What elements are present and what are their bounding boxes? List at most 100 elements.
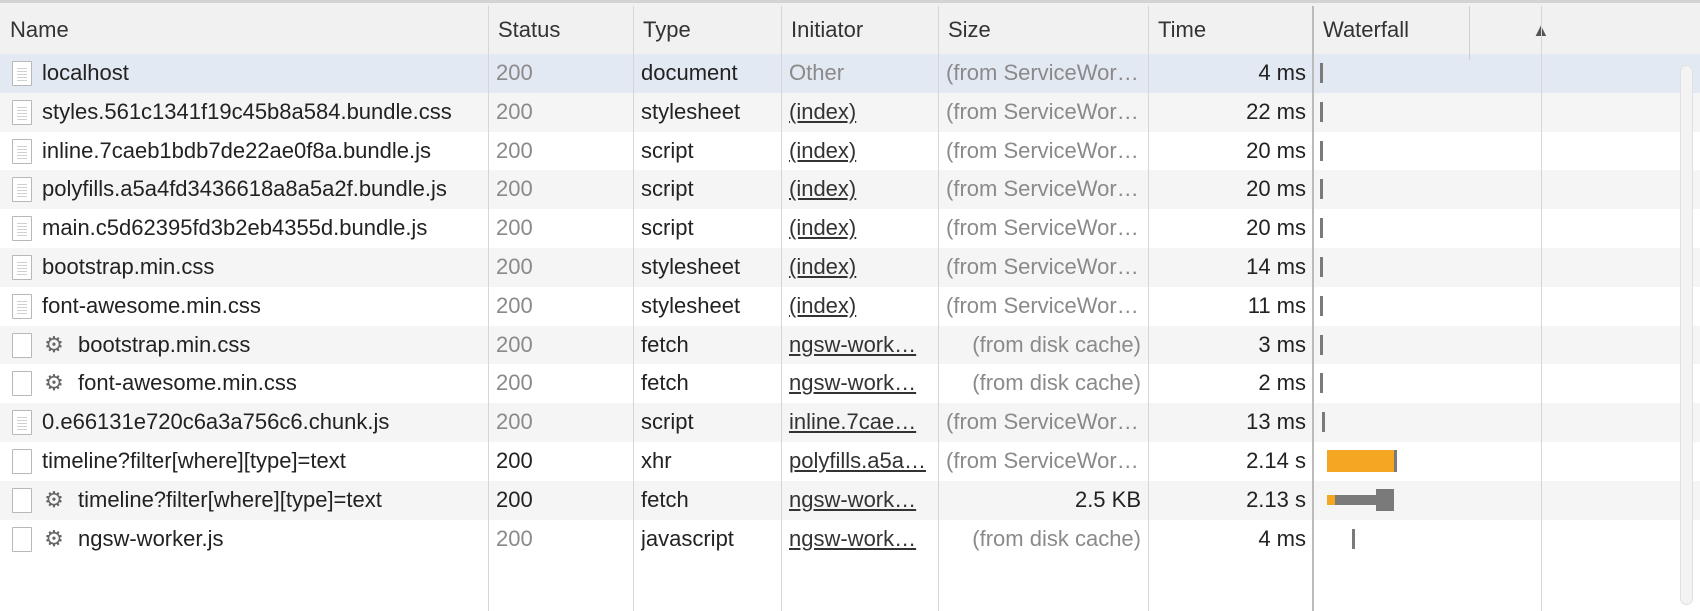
column-header-initiator[interactable]: Initiator xyxy=(781,3,938,57)
request-time: 2.13 s xyxy=(1246,486,1306,512)
service-worker-gear-icon: ⚙ xyxy=(44,370,64,396)
column-header-status[interactable]: Status xyxy=(488,3,633,57)
document-icon xyxy=(12,99,32,125)
column-header-name[interactable]: Name xyxy=(0,3,488,57)
document-icon xyxy=(12,61,32,86)
sort-ascending-icon[interactable]: ▲ xyxy=(1522,3,1562,57)
request-name[interactable]: ngsw-worker.js xyxy=(78,520,482,559)
request-name[interactable]: bootstrap.min.css xyxy=(78,326,482,365)
status-code: 200 xyxy=(496,215,533,241)
status-code: 200 xyxy=(496,254,533,279)
transfer-size: (from ServiceWor… xyxy=(946,98,1139,124)
initiator[interactable]: (index) xyxy=(789,132,931,171)
initiator[interactable]: (index) xyxy=(789,170,931,209)
request-time: 4 ms xyxy=(1258,60,1306,85)
status-code: 200 xyxy=(496,292,533,318)
vertical-scrollbar[interactable] xyxy=(1680,65,1693,605)
table-row[interactable]: timeline?filter[where][type]=text 200 xhr p… xyxy=(0,442,1700,481)
initiator[interactable]: ngsw-work… xyxy=(789,481,931,520)
request-name[interactable]: timeline?filter[where][type]=text xyxy=(78,481,482,520)
resource-type: script xyxy=(641,215,694,241)
initiator[interactable]: ngsw-work… xyxy=(789,326,931,365)
document-icon xyxy=(12,293,32,319)
table-row[interactable]: main.c5d62395fd3b2eb4355d.bundle.js 200 sc… xyxy=(0,209,1700,248)
request-name[interactable]: polyfills.a5a4fd3436618a8a5a2f.bundle.js xyxy=(42,170,482,209)
document-icon xyxy=(12,138,32,164)
resource-type: javascript xyxy=(641,525,734,551)
table-row[interactable]: 0.e66131e720c6a3a756c6.chunk.js 200 script… xyxy=(0,403,1700,442)
table-row[interactable]: ⚙ ngsw-worker.js 200 javascript ngsw-work… (f… xyxy=(0,519,1700,559)
request-name[interactable]: font-awesome.min.css xyxy=(42,287,482,326)
waterfall-bar xyxy=(1320,295,1323,316)
table-row[interactable]: font-awesome.min.css 200 stylesheet (index)… xyxy=(0,286,1700,326)
initiator[interactable]: ngsw-work… xyxy=(789,520,931,559)
waterfall-bar xyxy=(1326,450,1397,472)
initiator[interactable]: (index) xyxy=(789,93,931,132)
resource-type: script xyxy=(641,137,694,163)
resource-type: stylesheet xyxy=(641,292,741,318)
blank-file-icon xyxy=(12,526,32,552)
network-panel: Name Status Type Initiator Size Time Wat… xyxy=(0,0,1700,611)
service-worker-gear-icon: ⚙ xyxy=(44,486,64,512)
transfer-size: (from ServiceWor… xyxy=(946,254,1139,279)
request-name[interactable]: main.c5d62395fd3b2eb4355d.bundle.js xyxy=(42,209,482,248)
table-row[interactable]: ⚙ bootstrap.min.css 200 fetch ngsw-work… (fro… xyxy=(0,325,1700,365)
table-row[interactable]: ⚙ timeline?filter[where][type]=text 200 fet… xyxy=(0,480,1700,520)
blank-file-icon xyxy=(12,332,32,358)
request-name[interactable]: inline.7caeb1bdb7de22ae0f8a.bundle.js xyxy=(42,132,482,171)
request-name[interactable]: styles.561c1341f19c45b8a584.bundle.css xyxy=(42,93,482,132)
waterfall-bar xyxy=(1320,63,1323,83)
transfer-size: (from disk cache) xyxy=(972,370,1141,396)
initiator[interactable]: ngsw-work… xyxy=(789,364,931,403)
transfer-size: (from ServiceWor… xyxy=(946,137,1139,163)
resource-type: fetch xyxy=(641,486,689,512)
resource-type: script xyxy=(641,176,694,202)
request-name[interactable]: 0.e66131e720c6a3a756c6.chunk.js xyxy=(42,403,482,442)
table-row[interactable]: bootstrap.min.css 200 stylesheet (index) (fr… xyxy=(0,248,1700,287)
status-code: 200 xyxy=(496,409,533,435)
request-time: 3 ms xyxy=(1258,331,1306,357)
document-icon xyxy=(12,177,32,203)
waterfall-bar xyxy=(1320,257,1323,277)
request-time: 20 ms xyxy=(1246,215,1306,241)
transfer-size: (from disk cache) xyxy=(972,331,1141,357)
request-time: 2 ms xyxy=(1258,370,1306,396)
resource-type: document xyxy=(641,60,738,85)
resource-type: fetch xyxy=(641,331,689,357)
initiator[interactable]: (index) xyxy=(789,209,931,248)
initiator[interactable]: (index) xyxy=(789,287,931,326)
request-name[interactable]: font-awesome.min.css xyxy=(78,364,482,403)
status-code: 200 xyxy=(496,60,533,85)
table-row[interactable]: polyfills.a5a4fd3436618a8a5a2f.bundle.js… xyxy=(0,170,1700,210)
request-name[interactable]: timeline?filter[where][type]=text xyxy=(42,442,482,481)
transfer-size: (from disk cache) xyxy=(972,525,1141,551)
service-worker-gear-icon: ⚙ xyxy=(44,525,64,551)
request-time: 20 ms xyxy=(1246,137,1306,163)
column-header-time[interactable]: Time xyxy=(1148,3,1313,57)
transfer-size: 2.5 KB xyxy=(1074,486,1141,512)
request-name[interactable]: bootstrap.min.css xyxy=(42,248,482,287)
resource-type: stylesheet xyxy=(641,98,741,124)
column-header-type[interactable]: Type xyxy=(633,3,781,57)
initiator: Other xyxy=(789,60,845,85)
table-row[interactable]: localhost 200 document Other (from ServiceWo… xyxy=(0,54,1700,93)
column-header-waterfall[interactable]: Waterfall xyxy=(1313,3,1513,57)
column-header-size[interactable]: Size xyxy=(938,3,1148,57)
request-name[interactable]: localhost xyxy=(42,54,482,93)
table-row[interactable]: ⚙ font-awesome.min.css 200 fetch ngsw-work… (… xyxy=(0,364,1700,404)
transfer-size: (from ServiceWor… xyxy=(946,176,1139,202)
waterfall-bar xyxy=(1320,373,1323,394)
waterfall-bar xyxy=(1320,179,1323,200)
table-row[interactable]: inline.7caeb1bdb7de22ae0f8a.bundle.js 200… xyxy=(0,131,1700,171)
initiator[interactable]: inline.7cae… xyxy=(789,403,931,442)
request-time: 22 ms xyxy=(1246,98,1306,124)
transfer-size: (from ServiceWor… xyxy=(946,60,1139,85)
waterfall-bar xyxy=(1320,218,1323,239)
initiator[interactable]: polyfills.a5a… xyxy=(789,442,931,481)
initiator[interactable]: (index) xyxy=(789,248,931,287)
waterfall-bar xyxy=(1352,528,1356,549)
transfer-size: (from ServiceWor… xyxy=(946,409,1139,435)
resource-type: xhr xyxy=(641,448,672,473)
table-row[interactable]: styles.561c1341f19c45b8a584.bundle.css 20… xyxy=(0,92,1700,132)
status-code: 200 xyxy=(496,525,533,551)
